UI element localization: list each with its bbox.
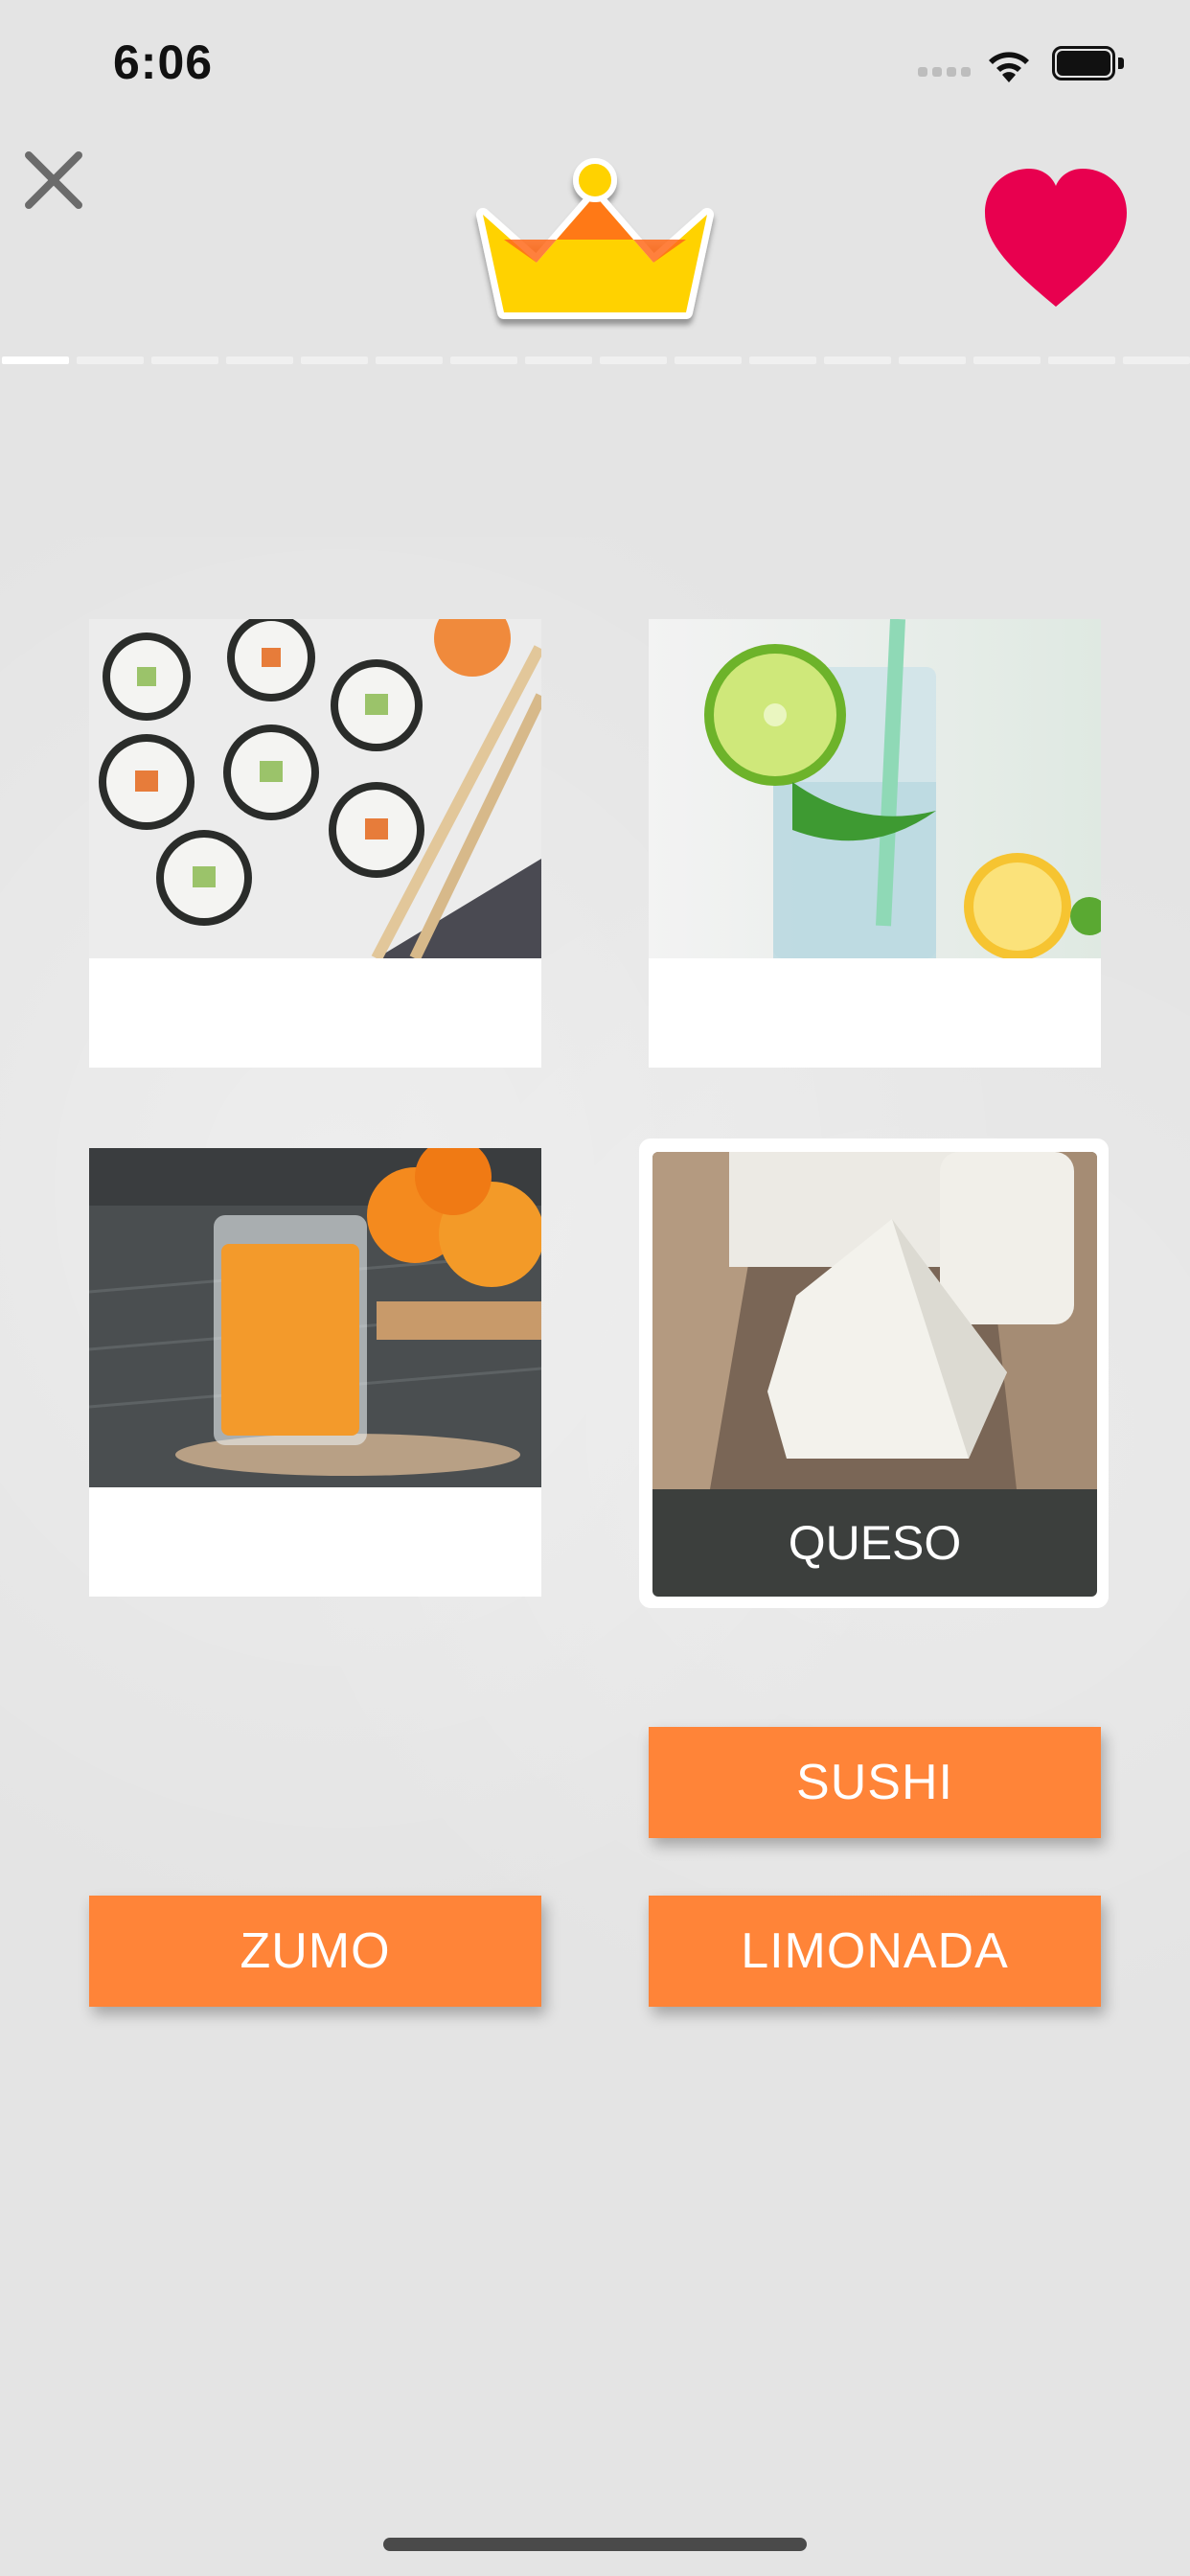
card-label	[649, 958, 1101, 1068]
lesson-progress-bar	[2, 356, 1190, 364]
crown-icon	[469, 157, 721, 330]
close-icon	[25, 151, 82, 209]
sushi-image	[89, 619, 541, 958]
battery-icon	[1052, 46, 1125, 80]
heart-icon	[981, 163, 1131, 316]
cheese-image	[652, 1152, 1097, 1489]
image-card-cheese[interactable]: QUESO	[639, 1138, 1109, 1608]
card-label-queso: QUESO	[652, 1489, 1097, 1597]
status-time: 6:06	[113, 35, 214, 89]
card-label	[89, 958, 541, 1068]
answer-button-zumo[interactable]: ZUMO	[89, 1896, 541, 2007]
cellular-signal-icon	[918, 67, 972, 79]
status-bar: 6:06	[0, 0, 1190, 125]
lemonade-image	[649, 619, 1101, 958]
image-card-sushi[interactable]	[89, 619, 541, 1068]
home-indicator[interactable]	[383, 2538, 807, 2551]
image-card-lemonade[interactable]	[649, 619, 1101, 1068]
close-button[interactable]	[23, 150, 84, 211]
answer-button-limonada[interactable]: LIMONADA	[649, 1896, 1101, 2007]
orange-juice-image	[89, 1148, 541, 1487]
wifi-icon	[985, 46, 1033, 84]
answer-button-sushi[interactable]: SUSHI	[649, 1727, 1101, 1838]
image-card-juice[interactable]	[89, 1148, 541, 1597]
card-label	[89, 1487, 541, 1597]
